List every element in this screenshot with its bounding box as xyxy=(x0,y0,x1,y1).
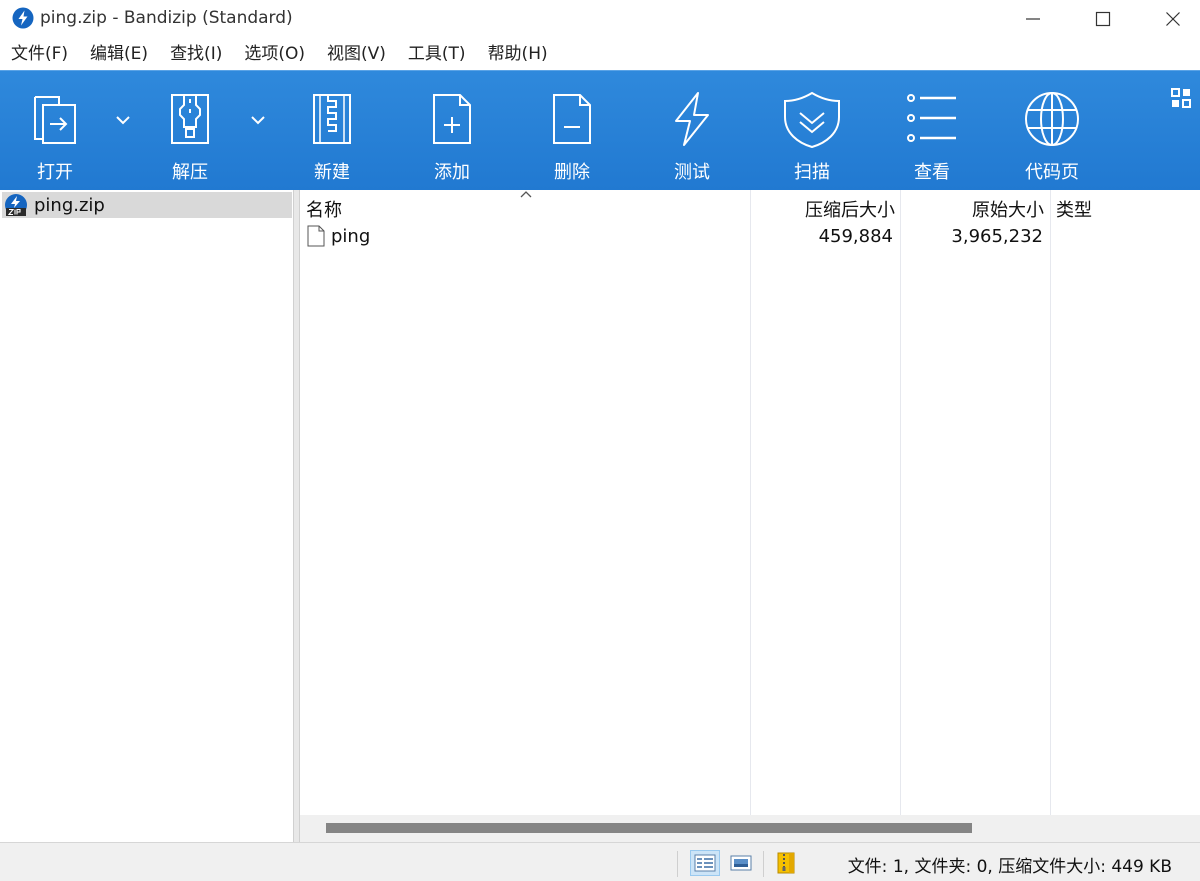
view-label: 查看 xyxy=(914,162,950,183)
close-icon xyxy=(1166,12,1180,26)
column-header-name[interactable]: 名称 xyxy=(306,196,342,222)
column-header-type[interactable]: 类型 xyxy=(1056,196,1092,222)
maximize-button[interactable] xyxy=(1068,0,1138,38)
status-bar: 文件: 1, 文件夹: 0, 压缩文件大小: 449 KB xyxy=(0,842,1200,881)
delete-label: 删除 xyxy=(554,162,590,183)
grid-layout-icon xyxy=(1171,88,1191,108)
image-preview-icon xyxy=(730,855,752,871)
view-button[interactable]: 查看 xyxy=(877,71,987,191)
menu-options[interactable]: 选项(O) xyxy=(233,38,316,70)
menu-tools[interactable]: 工具(T) xyxy=(397,38,477,70)
scan-label: 扫描 xyxy=(794,162,830,183)
lightning-icon xyxy=(675,92,709,146)
menu-bar: 文件(F) 编辑(E) 查找(I) 选项(O) 视图(V) 工具(T) 帮助(H… xyxy=(0,38,1200,70)
menu-edit[interactable]: 编辑(E) xyxy=(79,38,159,70)
extract-label: 解压 xyxy=(172,162,208,183)
new-archive-button[interactable]: 新建 xyxy=(277,71,387,191)
status-divider xyxy=(763,851,764,877)
layout-toggle-button[interactable] xyxy=(1170,87,1192,113)
column-divider xyxy=(900,190,901,815)
window-title: ping.zip - Bandizip (Standard) xyxy=(40,8,293,28)
file-row[interactable]: ping 459,884 3,965,232 xyxy=(300,223,1200,251)
open-dropdown-button[interactable] xyxy=(114,111,132,129)
add-file-icon xyxy=(433,94,471,144)
open-label: 打开 xyxy=(37,162,73,183)
test-button[interactable]: 测试 xyxy=(637,71,747,191)
codepage-label: 代码页 xyxy=(1025,162,1079,183)
file-icon xyxy=(307,225,325,247)
bandizip-logo-icon xyxy=(12,7,34,29)
title-bar: ping.zip - Bandizip (Standard) xyxy=(0,0,1200,38)
close-button[interactable] xyxy=(1138,0,1200,38)
details-view-button[interactable] xyxy=(690,850,720,876)
menu-find[interactable]: 查找(I) xyxy=(159,38,233,70)
scrollbar-thumb[interactable] xyxy=(326,823,972,833)
tree-item-label: ping.zip xyxy=(34,194,105,216)
tree-item-root[interactable]: ping.zip xyxy=(2,192,292,218)
details-view-icon xyxy=(694,854,716,872)
preview-view-button[interactable] xyxy=(726,850,756,876)
column-header-original-size[interactable]: 原始大小 xyxy=(972,196,1044,222)
scan-button[interactable]: 扫描 xyxy=(757,71,867,191)
file-list: 名称 压缩后大小 原始大小 类型 ping 459,884 3,965,232 xyxy=(300,190,1200,842)
status-divider xyxy=(677,851,678,877)
open-archive-icon xyxy=(34,96,76,144)
new-zip-icon xyxy=(313,94,351,144)
globe-icon xyxy=(1025,92,1079,146)
chevron-down-icon xyxy=(251,116,265,125)
file-packed-size: 459,884 xyxy=(818,226,893,247)
archive-info-button[interactable] xyxy=(772,850,802,876)
extract-zip-icon xyxy=(171,94,209,144)
minimize-button[interactable] xyxy=(998,0,1068,38)
list-view-icon xyxy=(907,94,956,142)
file-name: ping xyxy=(331,226,371,247)
menu-help[interactable]: 帮助(H) xyxy=(477,38,559,70)
file-original-size: 3,965,232 xyxy=(951,226,1043,247)
list-header: 名称 压缩后大小 原始大小 类型 xyxy=(300,190,1200,224)
open-button[interactable]: 打开 xyxy=(0,71,110,191)
toolbar: 打开 解压 新建 添加 删除 测试 扫描 查看 代码页 xyxy=(0,70,1200,190)
delete-file-icon xyxy=(553,94,591,144)
shield-icon xyxy=(784,91,840,149)
maximize-icon xyxy=(1095,11,1111,27)
menu-view[interactable]: 视图(V) xyxy=(316,38,397,70)
zip-archive-icon xyxy=(5,194,27,216)
zip-folder-icon xyxy=(777,852,795,874)
delete-button[interactable]: 删除 xyxy=(517,71,627,191)
column-divider xyxy=(750,190,751,815)
minimize-icon xyxy=(1026,18,1040,20)
sort-ascending-icon xyxy=(520,191,532,198)
horizontal-scrollbar[interactable] xyxy=(300,815,1200,842)
test-label: 测试 xyxy=(674,162,710,183)
column-divider xyxy=(1050,190,1051,815)
extract-dropdown-button[interactable] xyxy=(249,111,267,129)
pane-splitter[interactable] xyxy=(293,190,300,842)
extract-button[interactable]: 解压 xyxy=(135,71,245,191)
menu-file[interactable]: 文件(F) xyxy=(0,38,79,70)
add-label: 添加 xyxy=(434,162,470,183)
archive-tree: ping.zip xyxy=(0,190,293,842)
chevron-down-icon xyxy=(116,116,130,125)
column-header-packed-size[interactable]: 压缩后大小 xyxy=(805,196,895,222)
new-label: 新建 xyxy=(314,162,350,183)
status-summary: 文件: 1, 文件夹: 0, 压缩文件大小: 449 KB xyxy=(847,857,1172,877)
codepage-button[interactable]: 代码页 xyxy=(997,71,1107,191)
add-button[interactable]: 添加 xyxy=(397,71,507,191)
